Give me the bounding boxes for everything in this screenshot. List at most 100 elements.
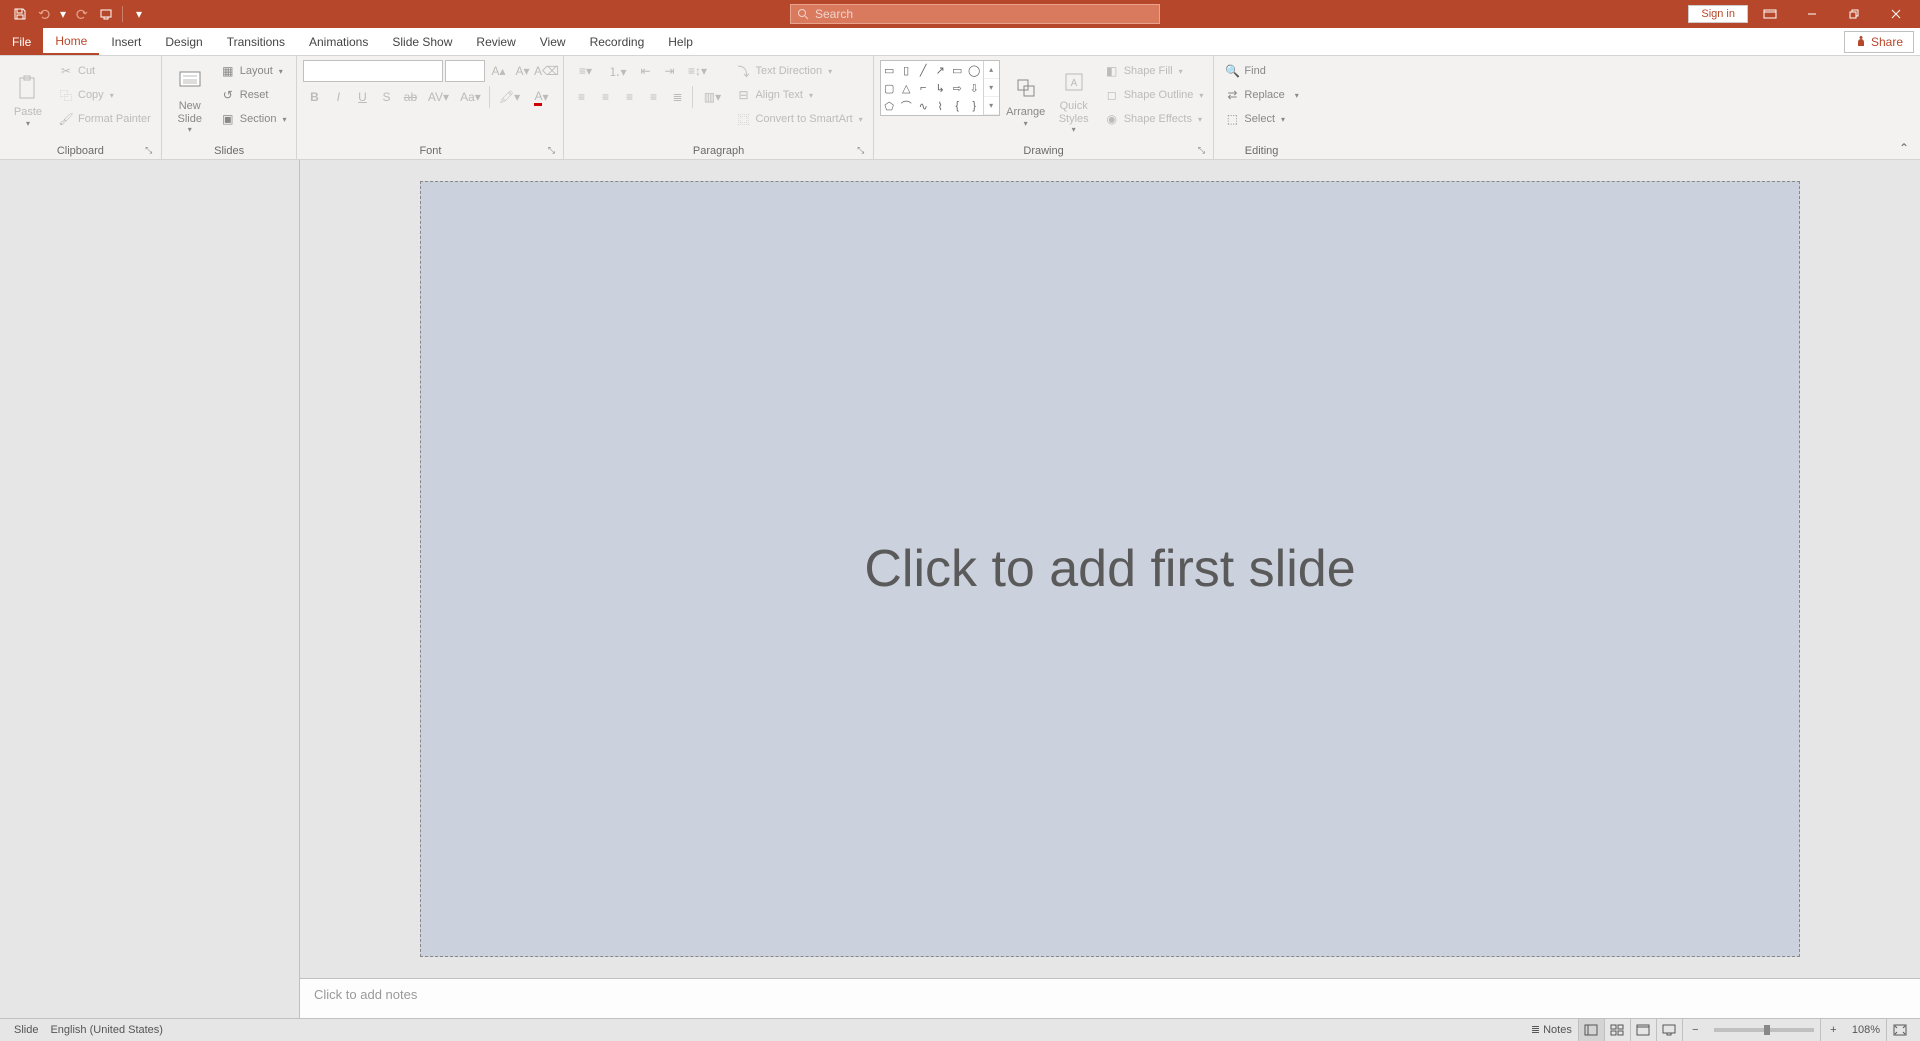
status-language[interactable]: English (United States) <box>44 1019 169 1041</box>
quick-styles-button[interactable]: A Quick Styles ▾ <box>1052 60 1096 140</box>
shape-arrow-right[interactable]: ⇨ <box>949 79 966 97</box>
shape-brace-right[interactable]: } <box>966 97 983 115</box>
zoom-level[interactable]: 108% <box>1846 1019 1886 1041</box>
shape-effects-button[interactable]: ◉Shape Effects▾ <box>1100 108 1208 130</box>
shape-line[interactable]: ╱ <box>915 61 932 79</box>
justify-button[interactable]: ≡ <box>642 86 664 108</box>
shape-rect[interactable]: ▭ <box>949 61 966 79</box>
bold-button[interactable]: B <box>303 86 325 108</box>
layout-button[interactable]: ▦Layout▾ <box>216 60 291 82</box>
zoom-slider[interactable] <box>1714 1028 1814 1032</box>
align-right-button[interactable]: ≡ <box>618 86 640 108</box>
collapse-ribbon-button[interactable]: ⌃ <box>1894 141 1914 155</box>
copy-button[interactable]: ⿻Copy▾ <box>54 84 155 106</box>
shape-elbow[interactable]: ⌐ <box>915 79 932 97</box>
ribbon-display-options-button[interactable] <box>1750 0 1790 28</box>
shape-fill-button[interactable]: ◧Shape Fill▾ <box>1100 60 1208 82</box>
normal-view-button[interactable] <box>1578 1019 1604 1041</box>
align-center-button[interactable]: ≡ <box>594 86 616 108</box>
italic-button[interactable]: I <box>327 86 349 108</box>
shape-roundrect[interactable]: ▢ <box>881 79 898 97</box>
shape-triangle[interactable]: △ <box>898 79 915 97</box>
paste-button[interactable]: Paste ▾ <box>6 60 50 140</box>
new-slide-button[interactable]: New Slide ▾ <box>168 60 212 140</box>
shapes-scroll-up[interactable]: ▴ <box>984 61 999 79</box>
underline-button[interactable]: U <box>351 86 373 108</box>
shape-vert-textbox[interactable]: ▯ <box>898 61 915 79</box>
reading-view-button[interactable] <box>1630 1019 1656 1041</box>
section-button[interactable]: ▣Section▾ <box>216 108 291 130</box>
slide-placeholder[interactable]: Click to add first slide <box>420 181 1800 957</box>
tab-animations[interactable]: Animations <box>297 28 380 55</box>
text-direction-button[interactable]: ⤵Text Direction▾ <box>731 60 866 82</box>
font-launcher[interactable]: ⤡ <box>545 145 557 157</box>
align-text-button[interactable]: ⊟Align Text▾ <box>731 84 866 106</box>
tab-home[interactable]: Home <box>43 28 99 55</box>
shapes-gallery[interactable]: ▭ ▯ ╱ ↗ ▭ ◯ ▢ △ ⌐ ↳ ⇨ ⇩ ⬠ ⌒ ∿ ⌇ { <box>880 60 1000 116</box>
status-slide[interactable]: Slide <box>8 1019 44 1041</box>
zoom-in-button[interactable]: + <box>1820 1019 1846 1041</box>
replace-button[interactable]: ⇄Replace▾ <box>1220 84 1302 106</box>
customize-qat-button[interactable]: ▾ <box>129 4 149 24</box>
strikethrough-button[interactable]: ab <box>399 86 421 108</box>
clipboard-launcher[interactable]: ⤡ <box>143 145 155 157</box>
shape-curve[interactable]: ∿ <box>915 97 932 115</box>
drawing-launcher[interactable]: ⤡ <box>1195 145 1207 157</box>
shape-brace-left[interactable]: { <box>949 97 966 115</box>
paragraph-launcher[interactable]: ⤡ <box>855 145 867 157</box>
shape-arc[interactable]: ⌒ <box>898 97 915 115</box>
distribute-button[interactable]: ≣ <box>666 86 688 108</box>
bullets-button[interactable]: ≡▾ <box>570 60 600 82</box>
thumbnail-panel[interactable] <box>0 160 300 1018</box>
shape-elbow-arrow[interactable]: ↳ <box>932 79 949 97</box>
shapes-more[interactable]: ▾ <box>984 97 999 115</box>
font-color-button[interactable]: A▾ <box>526 86 556 108</box>
close-button[interactable] <box>1876 0 1916 28</box>
tab-review[interactable]: Review <box>464 28 527 55</box>
change-case-button[interactable]: Aa▾ <box>455 86 485 108</box>
notes-pane[interactable]: Click to add notes <box>300 978 1920 1018</box>
tab-view[interactable]: View <box>528 28 578 55</box>
search-input[interactable] <box>815 7 1153 21</box>
shape-arrow-down[interactable]: ⇩ <box>966 79 983 97</box>
save-button[interactable] <box>10 4 30 24</box>
share-button[interactable]: Share <box>1844 31 1914 53</box>
arrange-button[interactable]: Arrange ▾ <box>1004 60 1048 140</box>
shape-textbox[interactable]: ▭ <box>881 61 898 79</box>
slide-sorter-view-button[interactable] <box>1604 1019 1630 1041</box>
tab-insert[interactable]: Insert <box>99 28 153 55</box>
undo-button[interactable] <box>34 4 54 24</box>
notes-toggle-button[interactable]: ≣ Notes <box>1525 1019 1578 1041</box>
columns-button[interactable]: ▥▾ <box>697 86 727 108</box>
start-from-beginning-button[interactable] <box>96 4 116 24</box>
restore-button[interactable] <box>1834 0 1874 28</box>
increase-indent-button[interactable]: ⇥ <box>658 60 680 82</box>
minimize-button[interactable] <box>1792 0 1832 28</box>
numbering-button[interactable]: ⒈▾ <box>602 60 632 82</box>
font-name-combo[interactable] <box>303 60 443 82</box>
tab-recording[interactable]: Recording <box>578 28 657 55</box>
redo-button[interactable] <box>72 4 92 24</box>
search-box[interactable] <box>790 4 1160 24</box>
increase-font-button[interactable]: A▴ <box>487 60 509 82</box>
tab-help[interactable]: Help <box>656 28 705 55</box>
convert-smartart-button[interactable]: ⿴Convert to SmartArt▾ <box>731 108 866 130</box>
find-button[interactable]: 🔍Find <box>1220 60 1302 82</box>
slideshow-view-button[interactable] <box>1656 1019 1682 1041</box>
shape-freeform[interactable]: ⬠ <box>881 97 898 115</box>
shapes-scroll-down[interactable]: ▾ <box>984 79 999 97</box>
font-size-combo[interactable] <box>445 60 485 82</box>
shape-connector[interactable]: ⌇ <box>932 97 949 115</box>
shape-arrow-line[interactable]: ↗ <box>932 61 949 79</box>
shape-outline-button[interactable]: ◻Shape Outline▾ <box>1100 84 1208 106</box>
shadow-button[interactable]: S <box>375 86 397 108</box>
tab-file[interactable]: File <box>0 28 43 55</box>
decrease-indent-button[interactable]: ⇤ <box>634 60 656 82</box>
decrease-font-button[interactable]: A▾ <box>511 60 533 82</box>
select-button[interactable]: ⬚Select▾ <box>1220 108 1302 130</box>
char-spacing-button[interactable]: AV▾ <box>423 86 453 108</box>
zoom-out-button[interactable]: − <box>1682 1019 1708 1041</box>
align-left-button[interactable]: ≡ <box>570 86 592 108</box>
tab-design[interactable]: Design <box>153 28 214 55</box>
format-painter-button[interactable]: 🖌Format Painter <box>54 108 155 130</box>
